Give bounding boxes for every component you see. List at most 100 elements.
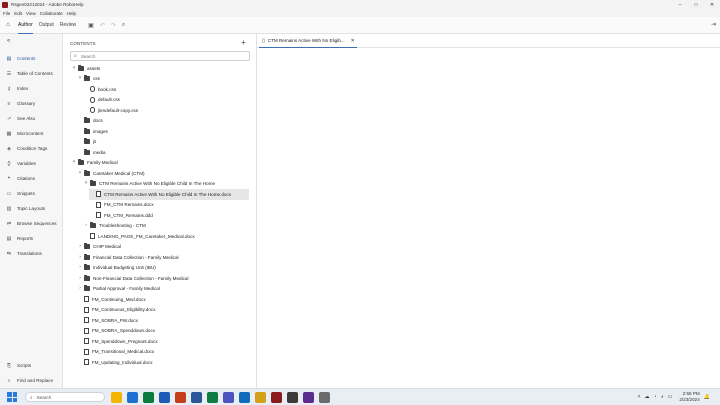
taskbar-app-icon[interactable]: [111, 391, 122, 403]
chevron-right-icon[interactable]: ›: [77, 265, 83, 270]
collapse-icon[interactable]: «: [7, 38, 10, 44]
tree-file[interactable]: FM_SOBRA_PW.docx: [77, 315, 138, 326]
editor-tab-document[interactable]: ▯ CTM Remains Active With No Eligib... ✕: [259, 34, 357, 48]
taskbar-app-icon[interactable]: [191, 391, 202, 403]
taskbar-app-icon[interactable]: [175, 391, 186, 403]
tree-file[interactable]: LANDING_PAGE_FM_Caretaker_Medical.docx: [83, 231, 195, 242]
maximize-button[interactable]: □: [688, 0, 704, 9]
contents-search-input[interactable]: [80, 53, 241, 59]
contents-search[interactable]: ⌕: [70, 51, 250, 61]
tree-folder[interactable]: images: [77, 126, 108, 137]
taskbar-app-icon[interactable]: [271, 391, 282, 403]
tree-file[interactable]: FM_Continuing_Med.docx: [77, 294, 146, 305]
tree-file[interactable]: CTM Remains Active With No Eligible Chil…: [89, 189, 249, 200]
chevron-right-icon[interactable]: ›: [77, 286, 83, 291]
tree-folder[interactable]: ˅ Caretaker Medical (CTM): [77, 168, 145, 179]
nav-item-index[interactable]: ⚷ Index: [0, 83, 63, 94]
chevron-right-icon[interactable]: ›: [77, 244, 83, 249]
panel-toggle-icon[interactable]: ⇥: [711, 21, 716, 28]
tab-author[interactable]: Author: [18, 17, 33, 34]
tree-file[interactable]: FM_Continuous_Eligibility.docx: [77, 305, 156, 316]
taskbar-app-icon[interactable]: [207, 391, 218, 403]
windows-start-icon[interactable]: [7, 392, 17, 402]
menu-help[interactable]: Help: [67, 11, 76, 16]
tree-folder[interactable]: ˅ CTM Remains Active With No Eligible Chi…: [83, 179, 215, 190]
onedrive-icon[interactable]: ☁: [645, 394, 650, 400]
chevron-down-icon[interactable]: ˅: [71, 160, 77, 165]
nav-item-glossary[interactable]: ≡ Glossary: [0, 98, 63, 109]
tree-file[interactable]: FM_Transitional_Medical.docx: [77, 347, 154, 358]
taskbar-app-icon[interactable]: [223, 391, 234, 403]
tab-output[interactable]: Output: [39, 17, 54, 34]
chevron-down-icon[interactable]: ˅: [71, 66, 77, 71]
nav-item-browse-sequences[interactable]: ⇄ Browse Sequences: [0, 218, 63, 229]
tree-file[interactable]: default.css: [83, 95, 120, 106]
tree-file[interactable]: FM_CTM Remains.docx: [89, 200, 154, 211]
tree-file[interactable]: jlendefault-copy.css: [83, 105, 138, 116]
menu-edit[interactable]: Edit: [14, 11, 22, 16]
menu-file[interactable]: File: [3, 11, 10, 16]
tree-folder[interactable]: › CHIP Medical: [77, 242, 121, 253]
nav-item-contents[interactable]: ▤ Contents: [0, 53, 63, 64]
tree-file[interactable]: FM_SOBRA_Spenddown.docx: [77, 326, 155, 337]
tree-folder[interactable]: ˅ assets: [71, 63, 100, 74]
taskbar-search[interactable]: ⌕ Search: [25, 392, 105, 402]
nav-item-condition-tags[interactable]: ◈ Condition Tags: [0, 143, 63, 154]
wifi-icon[interactable]: ◔: [654, 394, 657, 400]
chevron-down-icon[interactable]: ˅: [77, 171, 83, 176]
chevron-down-icon[interactable]: ˅: [83, 181, 89, 186]
tree-folder[interactable]: › Non-Financial Data Collection - Family …: [77, 273, 188, 284]
clock[interactable]: 2:55 PM 2/23/2024: [679, 391, 699, 402]
chevron-right-icon[interactable]: ›: [77, 255, 83, 260]
find-icon[interactable]: ⌕: [122, 22, 125, 29]
taskbar-app-icon[interactable]: [127, 391, 138, 403]
tree-file[interactable]: FM_CTM_Remains.ddd: [89, 210, 153, 221]
taskbar-app-icon[interactable]: [303, 391, 314, 403]
tab-review[interactable]: Review: [60, 17, 76, 34]
tree-folder[interactable]: › Partial Approval - Family Medical: [77, 284, 160, 295]
tree-folder[interactable]: docs: [77, 116, 103, 127]
nav-item-snippets[interactable]: ▭ Snippets: [0, 188, 63, 199]
undo-icon[interactable]: ↶: [100, 22, 105, 29]
volume-icon[interactable]: ◖: [661, 394, 664, 400]
nav-item-citations[interactable]: ❝ Citations: [0, 173, 63, 184]
chevron-up-icon[interactable]: ˄: [638, 394, 641, 400]
tree-folder[interactable]: media: [77, 147, 106, 158]
nav-item-reports[interactable]: ▤ Reports: [0, 233, 63, 244]
nav-item-variables[interactable]: {} Variables: [0, 158, 63, 169]
nav-item-translations[interactable]: ⇆ Translations: [0, 248, 63, 259]
tree-folder[interactable]: › Individual Budgeting Unit (IBU): [77, 263, 156, 274]
chevron-right-icon[interactable]: ›: [77, 276, 83, 281]
menu-collaborate[interactable]: Collaborate: [40, 11, 63, 16]
tree-file[interactable]: FM_Spenddown_Pregnant.docx: [77, 336, 158, 347]
tree-file[interactable]: FM_Updating_Individual.docx: [77, 357, 153, 368]
close-tab-icon[interactable]: ✕: [351, 38, 355, 44]
chevron-down-icon[interactable]: ˅: [77, 76, 83, 81]
tree-folder[interactable]: › Troubleshooting - CTM: [83, 221, 146, 232]
nav-item-see-also[interactable]: ↗ See Also: [0, 113, 63, 124]
save-icon[interactable]: ▣: [88, 22, 94, 29]
nav-item-topic-layouts[interactable]: ▥ Topic Layouts: [0, 203, 63, 214]
nav-item-microcontent[interactable]: ▦ Microcontent: [0, 128, 63, 139]
taskbar-app-icon[interactable]: [143, 391, 154, 403]
taskbar-app-icon[interactable]: [287, 391, 298, 403]
close-button[interactable]: ✕: [704, 0, 720, 9]
tree-folder[interactable]: ˅ Family Medical: [71, 158, 118, 169]
battery-icon[interactable]: ▭: [668, 394, 673, 400]
taskbar-app-icon[interactable]: [159, 391, 170, 403]
nav-item-find-and-replace[interactable]: ⌕ Find and Replace: [0, 375, 63, 386]
taskbar-app-icon[interactable]: [239, 391, 250, 403]
taskbar-app-icon[interactable]: [255, 391, 266, 403]
taskbar-app-icon[interactable]: [319, 391, 330, 403]
chevron-right-icon[interactable]: ›: [83, 223, 89, 228]
tree-folder[interactable]: js: [77, 137, 96, 148]
home-icon[interactable]: ⌂: [4, 21, 12, 29]
nav-item-scripts[interactable]: ⎘ Scripts: [0, 360, 63, 371]
menu-view[interactable]: View: [26, 11, 36, 16]
tree-file[interactable]: book.css: [83, 84, 116, 95]
minimize-button[interactable]: –: [672, 0, 688, 9]
tree-folder[interactable]: › Financial Data Collection - Family Medi…: [77, 252, 179, 263]
add-icon[interactable]: +: [241, 38, 246, 47]
redo-icon[interactable]: ↷: [111, 22, 116, 29]
tree-folder[interactable]: ˅ css: [77, 74, 100, 85]
